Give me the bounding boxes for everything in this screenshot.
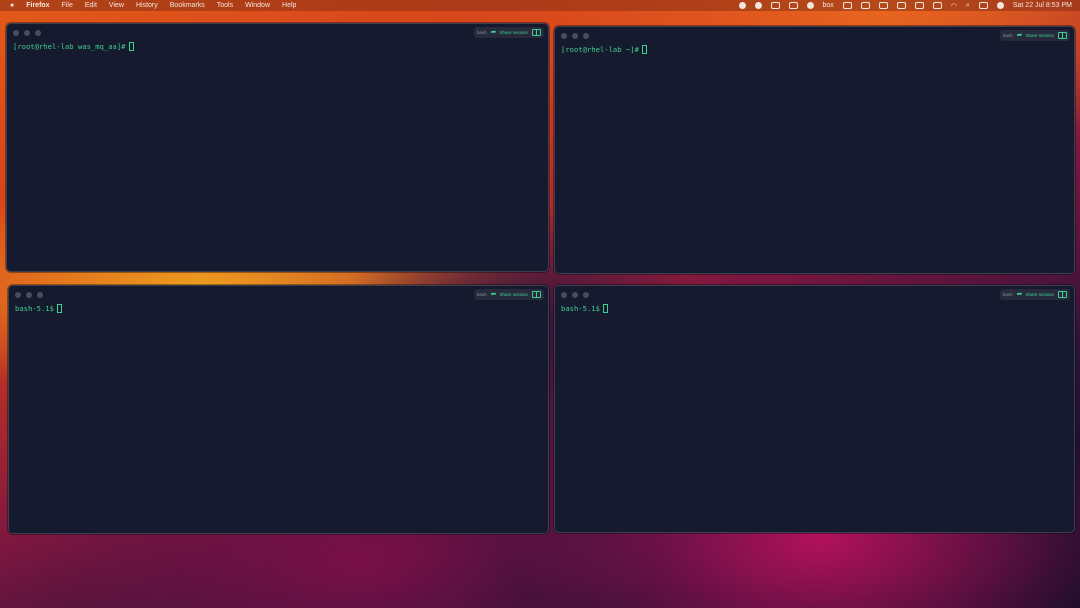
terminal-titlebar[interactable]: bash ➦ Share session bbox=[555, 27, 1074, 43]
window-controls bbox=[561, 33, 589, 39]
app-menu-firefox[interactable]: Firefox bbox=[26, 2, 49, 9]
menu-help[interactable]: Help bbox=[282, 2, 296, 9]
terminal-titlebar[interactable]: bash ➦ Share session bbox=[555, 286, 1074, 302]
shell-label[interactable]: bash bbox=[1003, 292, 1013, 297]
zoom-button[interactable] bbox=[583, 33, 589, 39]
split-panel-icon[interactable] bbox=[1058, 32, 1067, 39]
status-icon[interactable] bbox=[738, 2, 746, 9]
menu-view[interactable]: View bbox=[109, 2, 124, 9]
share-session-label: Share session bbox=[499, 30, 528, 35]
terminal-window-top-right[interactable]: bash ➦ Share session [root@rhel-lab ~]# bbox=[554, 26, 1075, 274]
share-icon: ➦ bbox=[1016, 291, 1023, 298]
apple-icon[interactable]: ● bbox=[10, 2, 14, 9]
window-controls bbox=[13, 30, 41, 36]
share-icon: ➦ bbox=[490, 29, 497, 36]
share-icon: ➦ bbox=[490, 291, 497, 298]
status-area: box ◠ ⌕ Sat 22 Jul 8:53 PM bbox=[738, 2, 1080, 10]
close-button[interactable] bbox=[15, 292, 21, 298]
search-icon[interactable]: ⌕ bbox=[966, 2, 970, 10]
status-icon[interactable] bbox=[896, 2, 906, 9]
battery-icon[interactable] bbox=[932, 2, 942, 9]
menu-history[interactable]: History bbox=[136, 2, 158, 9]
terminal-output[interactable]: bash-5.1$ bbox=[555, 304, 1074, 313]
terminal-toolbar: bash ➦ Share session bbox=[473, 289, 544, 300]
zoom-button[interactable] bbox=[37, 292, 43, 298]
terminal-window-bottom-right[interactable]: bash ➦ Share session bash-5.1$ bbox=[554, 285, 1075, 533]
window-controls bbox=[561, 292, 589, 298]
zoom-button[interactable] bbox=[583, 292, 589, 298]
status-icon[interactable] bbox=[806, 2, 814, 9]
terminal-toolbar: bash ➦ Share session bbox=[999, 30, 1070, 41]
close-button[interactable] bbox=[561, 33, 567, 39]
cursor bbox=[641, 45, 647, 54]
menu-bar: ● Firefox File Edit View History Bookmar… bbox=[0, 0, 1080, 11]
shell-prompt: bash-5.1$ bbox=[561, 304, 600, 313]
menu-file[interactable]: File bbox=[62, 2, 73, 9]
zoom-button[interactable] bbox=[35, 30, 41, 36]
share-icon: ➦ bbox=[1016, 32, 1023, 39]
minimize-button[interactable] bbox=[572, 292, 578, 298]
minimize-button[interactable] bbox=[572, 33, 578, 39]
siri-icon[interactable] bbox=[996, 2, 1004, 9]
split-panel-icon[interactable] bbox=[532, 29, 541, 36]
shell-prompt: [root@rhel-lab was_mq_aa]# bbox=[13, 42, 126, 51]
box-status-item[interactable]: box bbox=[823, 2, 834, 9]
cursor bbox=[56, 304, 62, 313]
menu-edit[interactable]: Edit bbox=[85, 2, 97, 9]
terminal-window-bottom-left[interactable]: bash ➦ Share session bash-5.1$ bbox=[8, 285, 549, 534]
cursor bbox=[128, 42, 134, 51]
close-button[interactable] bbox=[13, 30, 19, 36]
share-session-button[interactable]: ➦ Share session bbox=[1017, 32, 1054, 39]
terminal-window-top-left[interactable]: bash ➦ Share session [root@rhel-lab was_… bbox=[6, 23, 549, 272]
terminal-toolbar: bash ➦ Share session bbox=[473, 27, 544, 38]
menu-window[interactable]: Window bbox=[245, 2, 270, 9]
terminal-output[interactable]: [root@rhel-lab was_mq_aa]# bbox=[7, 42, 548, 51]
control-center-icon[interactable] bbox=[978, 2, 988, 9]
share-session-label: Share session bbox=[1025, 292, 1054, 297]
status-icon[interactable] bbox=[842, 2, 852, 9]
shell-label[interactable]: bash bbox=[477, 30, 487, 35]
split-panel-icon[interactable] bbox=[1058, 291, 1067, 298]
status-icon[interactable] bbox=[770, 2, 780, 9]
terminal-output[interactable]: bash-5.1$ bbox=[9, 304, 548, 313]
share-session-label: Share session bbox=[1025, 33, 1054, 38]
minimize-button[interactable] bbox=[26, 292, 32, 298]
status-icon[interactable] bbox=[754, 2, 762, 9]
status-icon[interactable] bbox=[914, 2, 924, 9]
minimize-button[interactable] bbox=[24, 30, 30, 36]
shell-label[interactable]: bash bbox=[477, 292, 487, 297]
shell-prompt: bash-5.1$ bbox=[15, 304, 54, 313]
cursor bbox=[602, 304, 608, 313]
status-icon[interactable] bbox=[878, 2, 888, 9]
share-session-button[interactable]: ➦ Share session bbox=[491, 291, 528, 298]
share-session-button[interactable]: ➦ Share session bbox=[491, 29, 528, 36]
share-session-label: Share session bbox=[499, 292, 528, 297]
status-icon[interactable] bbox=[860, 2, 870, 9]
menu-tools[interactable]: Tools bbox=[217, 2, 233, 9]
terminal-output[interactable]: [root@rhel-lab ~]# bbox=[555, 45, 1074, 54]
close-button[interactable] bbox=[561, 292, 567, 298]
shell-prompt: [root@rhel-lab ~]# bbox=[561, 45, 639, 54]
menu-bookmarks[interactable]: Bookmarks bbox=[170, 2, 205, 9]
share-session-button[interactable]: ➦ Share session bbox=[1017, 291, 1054, 298]
terminal-titlebar[interactable]: bash ➦ Share session bbox=[7, 24, 548, 40]
split-panel-icon[interactable] bbox=[532, 291, 541, 298]
terminal-titlebar[interactable]: bash ➦ Share session bbox=[9, 286, 548, 302]
wifi-icon[interactable]: ◠ bbox=[951, 2, 957, 10]
terminal-toolbar: bash ➦ Share session bbox=[999, 289, 1070, 300]
window-controls bbox=[15, 292, 43, 298]
shell-label[interactable]: bash bbox=[1003, 33, 1013, 38]
clock[interactable]: Sat 22 Jul 8:53 PM bbox=[1013, 2, 1072, 9]
status-icon[interactable] bbox=[788, 2, 798, 9]
